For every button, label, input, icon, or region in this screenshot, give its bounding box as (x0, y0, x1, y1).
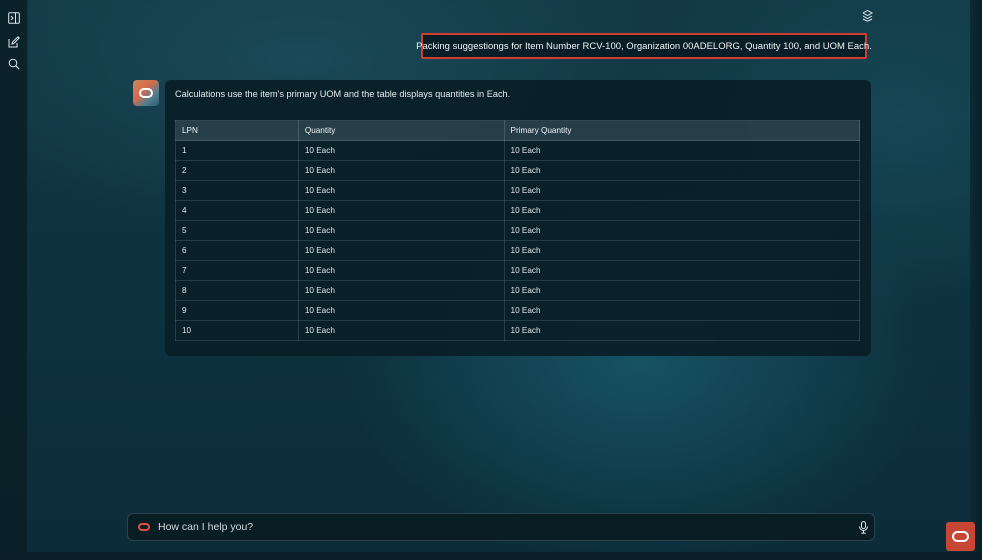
oracle-logo-icon (952, 531, 969, 542)
chat-input[interactable] (158, 518, 838, 536)
cell-lpn: 3 (175, 180, 299, 201)
column-header-primary-quantity: Primary Quantity (503, 120, 861, 141)
table-row: 5 10 Each 10 Each (175, 220, 861, 241)
table-row: 3 10 Each 10 Each (175, 180, 861, 201)
new-chat-button[interactable] (7, 35, 21, 49)
cell-primary-quantity: 10 Each (503, 180, 861, 201)
window-edge (970, 0, 982, 560)
cell-primary-quantity: 10 Each (503, 160, 861, 181)
cell-quantity: 10 Each (297, 260, 505, 281)
assistant-response-card: Calculations use the item's primary UOM … (165, 80, 871, 356)
table-header-row: LPN Quantity Primary Quantity (175, 120, 861, 141)
oracle-logo-icon (139, 88, 153, 98)
cell-primary-quantity: 10 Each (503, 220, 861, 241)
table-row: 1 10 Each 10 Each (175, 140, 861, 161)
cell-quantity: 10 Each (297, 320, 505, 341)
cell-quantity: 10 Each (297, 220, 505, 241)
column-header-quantity: Quantity (297, 120, 505, 141)
user-prompt-bubble: Packing suggestiongs for Item Number RCV… (416, 33, 872, 59)
cell-quantity: 10 Each (297, 300, 505, 321)
column-header-lpn: LPN (175, 120, 299, 141)
cell-primary-quantity: 10 Each (503, 320, 861, 341)
assistant-avatar (133, 80, 159, 106)
assistant-intro-text: Calculations use the item's primary UOM … (175, 89, 511, 99)
panel-expand-icon (8, 12, 20, 24)
table-row: 10 10 Each 10 Each (175, 320, 861, 341)
edit-icon (8, 36, 20, 48)
layers-icon (862, 9, 874, 22)
oracle-logo-icon (138, 523, 150, 531)
cell-quantity: 10 Each (297, 240, 505, 261)
left-rail (0, 0, 28, 552)
cell-quantity: 10 Each (297, 280, 505, 301)
layers-button[interactable] (861, 9, 875, 23)
user-prompt-text: Packing suggestiongs for Item Number RCV… (416, 40, 872, 52)
search-icon (8, 58, 20, 70)
table-row: 2 10 Each 10 Each (175, 160, 861, 181)
cell-lpn: 9 (175, 300, 299, 321)
cell-lpn: 6 (175, 240, 299, 261)
cell-lpn: 4 (175, 200, 299, 221)
table-row: 7 10 Each 10 Each (175, 260, 861, 281)
microphone-icon (859, 521, 868, 534)
cell-lpn: 8 (175, 280, 299, 301)
chat-input-bar (127, 513, 875, 541)
cell-primary-quantity: 10 Each (503, 240, 861, 261)
microphone-button[interactable] (858, 521, 870, 535)
oracle-assistant-launcher[interactable] (946, 522, 975, 551)
table-row: 9 10 Each 10 Each (175, 300, 861, 321)
cell-lpn: 2 (175, 160, 299, 181)
cell-primary-quantity: 10 Each (503, 260, 861, 281)
packing-suggestions-table: LPN Quantity Primary Quantity 1 10 Each … (175, 120, 861, 341)
table-row: 8 10 Each 10 Each (175, 280, 861, 301)
cell-quantity: 10 Each (297, 160, 505, 181)
cell-quantity: 10 Each (297, 140, 505, 161)
cell-primary-quantity: 10 Each (503, 200, 861, 221)
cell-primary-quantity: 10 Each (503, 300, 861, 321)
cell-lpn: 7 (175, 260, 299, 281)
cell-primary-quantity: 10 Each (503, 140, 861, 161)
collapse-panel-button[interactable] (7, 11, 21, 25)
table-row: 6 10 Each 10 Each (175, 240, 861, 261)
cell-lpn: 1 (175, 140, 299, 161)
cell-quantity: 10 Each (297, 200, 505, 221)
window-edge-bottom (0, 552, 982, 560)
cell-lpn: 10 (175, 320, 299, 341)
cell-lpn: 5 (175, 220, 299, 241)
cell-primary-quantity: 10 Each (503, 280, 861, 301)
search-button[interactable] (7, 57, 21, 71)
cell-quantity: 10 Each (297, 180, 505, 201)
table-row: 4 10 Each 10 Each (175, 200, 861, 221)
